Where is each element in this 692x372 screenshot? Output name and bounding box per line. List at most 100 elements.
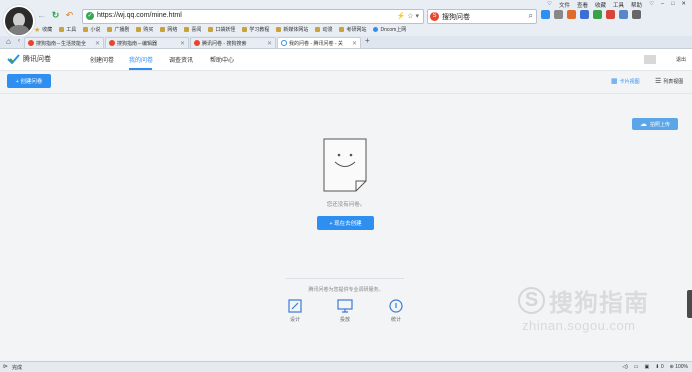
home-icon[interactable]: ⌂ [6, 37, 11, 46]
search-bar[interactable]: S 搜狗问卷 ⌕ [427, 9, 537, 24]
browser-tab-active[interactable]: 我的问卷 - 腾讯问卷 - 关 ✕ [277, 37, 361, 48]
list-view-label: 列表视图 [663, 78, 684, 85]
bookmark-item[interactable]: 考研网站 [339, 26, 366, 33]
logo-text: 腾讯问卷 [23, 56, 51, 63]
shield-icon[interactable]: ♡ [649, 1, 654, 9]
menu-item-file[interactable]: 文件 [559, 1, 570, 9]
logo-check-icon [7, 54, 20, 64]
bookmark-item[interactable]: 口袋妖怪 [208, 26, 235, 33]
search-icon[interactable]: ⌕ [529, 11, 533, 21]
browser-tab[interactable]: 搜狗指南－编辑器 ✕ [105, 37, 189, 48]
list-view-toggle[interactable]: ☰ 列表视图 [655, 77, 683, 85]
card-view-toggle[interactable]: ▦ 卡片视图 [611, 77, 640, 85]
side-feedback-tab[interactable] [687, 290, 692, 318]
empty-message: 您还没有问卷。 [326, 202, 366, 208]
status-text: 完成 [12, 365, 23, 371]
card-view-label: 卡片视图 [619, 78, 640, 85]
bookmark-item[interactable]: 小说 [83, 26, 100, 33]
info-icon [389, 299, 403, 313]
nav-create[interactable]: 创建问卷 [90, 55, 114, 64]
maximize-icon[interactable]: □ [671, 1, 674, 9]
sogou-icon: S [430, 12, 439, 21]
user-avatar[interactable] [3, 5, 35, 37]
undo-icon[interactable]: ↶ [64, 10, 75, 21]
menu-heart-icon[interactable]: ♡ [547, 1, 552, 9]
divider [286, 278, 404, 279]
browser-toolbar: ← ↻ ↶ ✓ https://wj.qq.com/mine.html ⚡ ☆ … [0, 0, 692, 37]
bookmark-item[interactable]: ★ 收藏 [34, 26, 52, 34]
bookmark-item[interactable]: 广播剧 [107, 26, 129, 33]
address-bar[interactable]: ✓ https://wj.qq.com/mine.html ⚡ ☆ ▾ [82, 9, 424, 24]
menu-item-view[interactable]: 查看 [577, 1, 588, 9]
chevron-left-icon[interactable]: ‹ [18, 38, 20, 44]
url-text[interactable]: https://wj.qq.com/mine.html [97, 12, 182, 19]
refresh-icon[interactable]: ↻ [50, 10, 61, 21]
browser-tab[interactable]: 腾讯问卷 - 搜狗搜索 ✕ [190, 37, 276, 48]
status-right: ◁) ▭ ▣ ⬇ 0 ⊕ 100% [622, 364, 688, 370]
bookmark-item[interactable]: 网络 [160, 26, 177, 33]
star-icon[interactable]: ⚡ ☆ ▾ [397, 12, 419, 20]
search-input[interactable]: 搜狗问卷 [442, 12, 470, 22]
tab-strip: ⌂ ‹ 搜狗指南－生活技能全 ✕ 搜狗指南－编辑器 ✕ 腾讯问卷 - 搜狗搜索 ✕ 我… [0, 36, 692, 49]
user-name-blur[interactable] [644, 55, 656, 64]
close-icon[interactable]: ✕ [681, 1, 686, 9]
zoom-level[interactable]: ⊕ 100% [670, 364, 688, 370]
browser-tab[interactable]: 搜狗指南－生活技能全 ✕ [24, 37, 104, 48]
grid-icon: ▦ [611, 78, 618, 85]
ext-grid-icon[interactable] [554, 10, 563, 19]
ext-translate-icon[interactable] [593, 10, 602, 19]
menu-item-help[interactable]: 帮助 [631, 1, 642, 9]
feature-distribute: 投放 [332, 299, 358, 323]
ext-sync-icon[interactable] [580, 10, 589, 19]
nav-my-surveys[interactable]: 我的问卷 [129, 55, 153, 64]
list-icon: ☰ [655, 78, 662, 85]
nav-help[interactable]: 帮助中心 [210, 55, 234, 64]
feature-label: 统计 [390, 317, 401, 323]
bookmark-item[interactable]: 工具 [59, 26, 76, 33]
screenshot-icon[interactable]: ▣ [645, 364, 650, 370]
watermark-text: 搜狗指南 [549, 290, 649, 317]
site-header: 腾讯问卷 创建问卷 我的问卷 调查资讯 帮助中心 退出 [0, 49, 692, 71]
minimize-icon[interactable]: – [661, 1, 664, 9]
cloud-icon: ☁ [639, 121, 647, 128]
create-survey-button[interactable]: + 创建问卷 [7, 74, 51, 88]
logout-link[interactable]: 退出 [676, 56, 686, 63]
menu-item-favorites[interactable]: 收藏 [595, 1, 606, 9]
bookmark-item[interactable]: Dncom上网 [373, 26, 406, 33]
bookmark-item[interactable]: 新媒体网站 [276, 26, 308, 33]
bookmark-item[interactable]: 学习教程 [242, 26, 269, 33]
feature-label: 投放 [339, 317, 350, 323]
watermark-logo-icon: S [518, 287, 545, 314]
extension-icons [541, 10, 641, 19]
edit-icon [288, 299, 302, 313]
photo-upload-label: 拍照上传 [649, 121, 670, 128]
bookmark-item[interactable]: 购买 [136, 26, 153, 33]
sound-icon[interactable]: ◁) [622, 364, 628, 370]
nav-news[interactable]: 调查资讯 [169, 55, 193, 64]
monitor-icon [337, 299, 353, 313]
create-now-button[interactable]: + 现在去创建 [317, 216, 374, 230]
ext-cut-icon[interactable] [606, 10, 615, 19]
feature-label: 设计 [289, 317, 300, 323]
sogou-watermark: S 搜狗指南 [518, 283, 649, 318]
status-bar: ⊳ 完成 ◁) ▭ ▣ ⬇ 0 ⊕ 100% [0, 361, 692, 372]
ext-more-icon[interactable] [632, 10, 641, 19]
ext-tool-icon[interactable] [619, 10, 628, 19]
back-icon[interactable]: ← [36, 10, 47, 21]
photo-upload-button[interactable]: ☁ 拍照上传 [632, 118, 678, 130]
site-logo[interactable]: 腾讯问卷 [7, 54, 51, 64]
bookmark-bar: ★ 收藏 工具 小说 广播剧 购买 网络 喜闻 口袋妖怪 学习教程 新媒体网站 动… [34, 25, 406, 34]
sidebar-toggle-icon[interactable]: ⊳ [3, 363, 8, 370]
ext-p-icon[interactable] [541, 10, 550, 19]
menu-bar: ♡ 文件 查看 收藏 工具 帮助 ♡ – □ ✕ [547, 1, 686, 9]
new-tab-button[interactable]: + [365, 36, 370, 45]
menu-item-tools[interactable]: 工具 [613, 1, 624, 9]
window-icon[interactable]: ▭ [634, 364, 639, 370]
ext-mail-icon[interactable] [567, 10, 576, 19]
feature-statistics: 统计 [383, 299, 409, 323]
watermark-url: zhinan.sogou.com [522, 318, 636, 333]
bookmark-item[interactable]: 喜闻 [184, 26, 201, 33]
bookmark-item[interactable]: 动漫 [315, 26, 332, 33]
download-count[interactable]: ⬇ 0 [655, 364, 663, 370]
secure-shield-icon: ✓ [86, 12, 94, 20]
